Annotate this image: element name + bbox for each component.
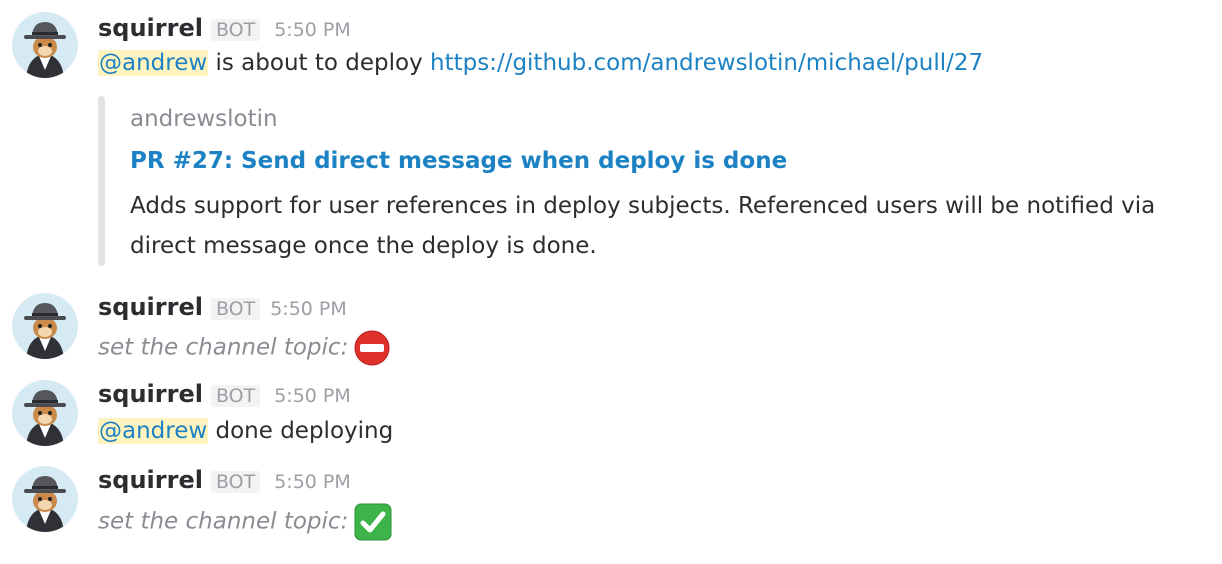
message-body: @andrew is about to deploy https://githu…	[98, 50, 983, 76]
timestamp[interactable]: 5:50 PM	[274, 471, 351, 493]
pull-request-link[interactable]: https://github.com/andrewslotin/michael/…	[430, 50, 983, 76]
bot-badge: BOT	[210, 471, 261, 493]
username[interactable]: squirrel	[98, 466, 203, 494]
attachment-bar	[98, 96, 105, 266]
message-body: set the channel topic:	[98, 330, 390, 366]
link-unfurl-attachment: andrewslotin PR #27: Send direct message…	[98, 96, 1213, 266]
attachment-title-link[interactable]: PR #27: Send direct message when deploy …	[130, 148, 787, 174]
timestamp[interactable]: 5:50 PM	[274, 19, 351, 41]
squirrel-avatar-icon	[12, 466, 78, 532]
squirrel-avatar[interactable]	[12, 293, 78, 359]
attachment-author[interactable]: andrewslotin	[130, 106, 278, 132]
squirrel-avatar-icon	[12, 380, 78, 446]
message-body: set the channel topic:	[98, 503, 392, 541]
bot-badge: BOT	[210, 19, 261, 41]
bot-badge: BOT	[210, 385, 261, 407]
no-entry-icon	[354, 330, 390, 366]
topic-change-text: set the channel topic:	[98, 334, 349, 361]
message-header: squirrel BOT 5:50 PM	[98, 293, 347, 327]
message-body: @andrew done deploying	[98, 418, 393, 444]
squirrel-avatar-icon	[12, 293, 78, 359]
timestamp[interactable]: 5:50 PM	[274, 385, 351, 407]
user-mention[interactable]: @andrew	[98, 50, 209, 76]
check-mark-icon	[354, 503, 392, 541]
message-header: squirrel BOT 5:50 PM	[98, 14, 351, 48]
attachment-text: Adds support for user references in depl…	[130, 193, 1156, 259]
message-text: is about to deploy	[208, 50, 430, 76]
message-text: done deploying	[208, 418, 394, 444]
squirrel-avatar-icon	[12, 12, 78, 78]
username[interactable]: squirrel	[98, 14, 203, 42]
squirrel-avatar[interactable]	[12, 12, 78, 78]
username[interactable]: squirrel	[98, 380, 203, 408]
squirrel-avatar[interactable]	[12, 466, 78, 532]
timestamp[interactable]: 5:50 PM	[270, 298, 347, 320]
message-header: squirrel BOT 5:50 PM	[98, 466, 351, 500]
user-mention[interactable]: @andrew	[98, 418, 209, 444]
topic-change-text: set the channel topic:	[98, 508, 349, 535]
squirrel-avatar[interactable]	[12, 380, 78, 446]
message-header: squirrel BOT 5:50 PM	[98, 380, 351, 414]
bot-badge: BOT	[210, 298, 261, 320]
username[interactable]: squirrel	[98, 293, 203, 321]
